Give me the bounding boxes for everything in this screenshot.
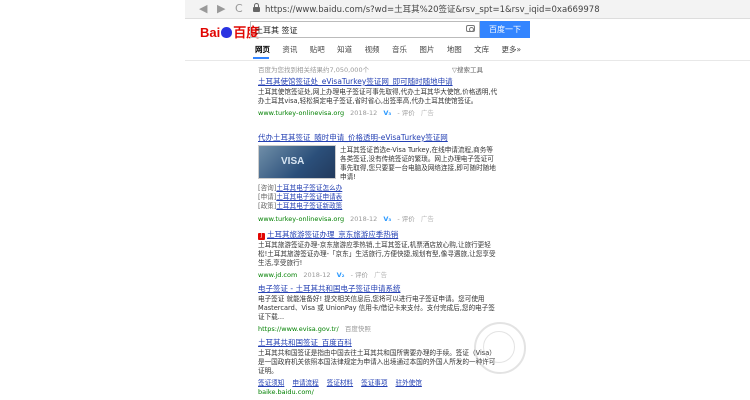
jd-icon: J xyxy=(258,233,265,240)
result-date: 2018-12 xyxy=(350,215,378,223)
result-title[interactable]: 土耳其共和国签证_百度百科 xyxy=(258,337,498,348)
result-count: 百度为您找到相关结果约7,050,000个 xyxy=(258,66,370,74)
search-result: J 土耳其旅游签证办理_京东旅游应季热销 土耳其旅游签证办理-京东旅游应季热销,土… xyxy=(258,229,498,279)
baike-links: 签证须知 申请流程 签证材料 签证事项 驻外使馆 xyxy=(258,377,498,387)
baike-link[interactable]: 签证须知 xyxy=(258,379,284,387)
search-button[interactable]: 百度一下 xyxy=(480,21,530,38)
paw-icon xyxy=(221,27,233,38)
tab-news[interactable]: 资讯 xyxy=(282,44,297,55)
active-tab-indicator xyxy=(253,57,269,59)
tab-map[interactable]: 地图 xyxy=(447,44,462,55)
ad-label: 广告 xyxy=(374,271,388,279)
camera-icon[interactable] xyxy=(466,25,475,32)
result-description: 土耳其旅游签证办理-京东旅游应季热销,土耳其签证,机票酒店放心购,让旅行更轻松!… xyxy=(258,241,496,267)
watermark-seal xyxy=(474,322,526,374)
verified-badge[interactable]: V₃ xyxy=(383,215,391,223)
search-result: 电子签证 - 土耳其共和国电子签证申请系统 电子签证 就能准备好! 提交相关信息… xyxy=(258,283,498,333)
sublink[interactable]: 土耳其电子签证新政策 xyxy=(276,202,342,210)
search-result: 代办土耳其签证_随时申请_价格透明-eVisaTurkey签证网 土耳其签证首选… xyxy=(258,132,498,223)
result-title[interactable]: 代办土耳其签证_随时申请_价格透明-eVisaTurkey签证网 xyxy=(258,132,498,143)
result-title[interactable]: 电子签证 - 土耳其共和国电子签证申请系统 xyxy=(258,283,498,294)
search-tools-button[interactable]: ▽搜索工具 xyxy=(452,64,483,74)
sublink-tag: [申请] xyxy=(258,193,277,201)
baike-link[interactable]: 签证材料 xyxy=(327,379,353,387)
search-result: 土耳其使馆签证处_eVisaTurkey签证网_即可随时随地申请 土耳其使馆签证… xyxy=(258,76,498,117)
browser-toolbar: ◀ ▶ C https://www.baidu.com/s?wd=土耳其%20签… xyxy=(185,0,750,19)
forward-icon[interactable]: ▶ xyxy=(217,2,225,15)
search-input[interactable]: 土耳其 签证 xyxy=(250,21,480,38)
result-title-text: 土耳其旅游签证办理_京东旅游应季热销 xyxy=(267,230,399,239)
result-meta: www.turkey-onlinevisa.org 2018-12 V₃ - 评… xyxy=(258,107,498,117)
result-sublinks: [咨询]土耳其电子签证怎么办 [申请]土耳其电子签证申请表 [政策]土耳其电子签… xyxy=(258,184,342,211)
tab-tieba[interactable]: 贴吧 xyxy=(310,44,325,55)
result-meta: baike.baidu.com/ xyxy=(258,388,498,396)
sublink-tag: [政策] xyxy=(258,202,277,210)
sublink[interactable]: 土耳其电子签证怎么办 xyxy=(276,184,342,192)
tab-music[interactable]: 音乐 xyxy=(392,44,407,55)
search-result: 土耳其共和国签证_百度百科 土耳其共和国签证是指由中国去往土耳其共和国所需要办理… xyxy=(258,337,498,396)
search-tabs: 网页 资讯 贴吧 知道 视频 音乐 图片 地图 文库 更多» xyxy=(255,44,531,55)
baike-link[interactable]: 签证事项 xyxy=(361,379,387,387)
ad-label: 广告 xyxy=(420,215,434,223)
result-title[interactable]: J 土耳其旅游签证办理_京东旅游应季热销 xyxy=(258,229,498,240)
ad-label: 广告 xyxy=(420,109,434,117)
result-rating[interactable]: - 评价 xyxy=(397,215,414,223)
header-divider xyxy=(185,60,750,61)
verified-badge[interactable]: V₃ xyxy=(383,109,391,117)
verified-badge[interactable]: V₂ xyxy=(337,271,345,279)
snapshot-link[interactable]: 百度快照 xyxy=(345,325,371,333)
result-description: 土耳其签证首选e-Visa Turkey,在线申请流程,商务等各类签证,没有传统… xyxy=(340,146,496,181)
tab-zhidao[interactable]: 知道 xyxy=(337,44,352,55)
tab-wenku[interactable]: 文库 xyxy=(474,44,489,55)
sublink[interactable]: 土耳其电子签证申请表 xyxy=(276,193,342,201)
result-title[interactable]: 土耳其使馆签证处_eVisaTurkey签证网_即可随时随地申请 xyxy=(258,76,498,87)
result-rating[interactable]: - 评价 xyxy=(351,271,368,279)
tab-web[interactable]: 网页 xyxy=(255,44,270,55)
result-url[interactable]: www.turkey-onlinevisa.org xyxy=(258,215,344,223)
result-description: 土耳其使馆签证处,网上办理电子签证可事先取得,代办土耳其华大使馆,价格透明,代办… xyxy=(258,88,498,105)
tab-video[interactable]: 视频 xyxy=(365,44,380,55)
result-description: 土耳其共和国签证是指由中国去往土耳其共和国所需要办理的手续。签证（Visa）是一… xyxy=(258,349,496,375)
result-description: 电子签证 就能准备好! 提交相关信息后,您将可以进行电子签证申请。您可使用Mas… xyxy=(258,295,495,321)
result-meta: www.jd.com 2018-12 V₂ - 评价 广告 xyxy=(258,269,498,279)
sublink-tag: [咨询] xyxy=(258,184,277,192)
browser-window: ◀ ▶ C https://www.baidu.com/s?wd=土耳其%20签… xyxy=(0,0,750,400)
visa-thumbnail[interactable] xyxy=(258,145,336,179)
baike-link[interactable]: 驻外使馆 xyxy=(396,379,422,387)
result-url[interactable]: www.turkey-onlinevisa.org xyxy=(258,109,344,117)
result-meta: www.turkey-onlinevisa.org 2018-12 V₃ - 评… xyxy=(258,213,434,223)
result-meta: https://www.evisa.gov.tr/ 百度快照 xyxy=(258,323,498,333)
tab-more[interactable]: 更多» xyxy=(502,44,522,55)
result-rating[interactable]: - 评价 xyxy=(397,109,414,117)
result-url[interactable]: www.jd.com xyxy=(258,271,297,279)
result-url[interactable]: baike.baidu.com/ xyxy=(258,388,314,396)
result-date: 2018-12 xyxy=(350,109,378,117)
logo-text-prefix: Bai xyxy=(200,25,221,40)
tab-images[interactable]: 图片 xyxy=(419,44,434,55)
result-date: 2018-12 xyxy=(303,271,331,279)
back-icon[interactable]: ◀ xyxy=(199,2,207,15)
reload-icon[interactable]: C xyxy=(235,2,243,15)
result-url[interactable]: https://www.evisa.gov.tr/ xyxy=(258,325,339,333)
lock-icon xyxy=(253,3,260,12)
baike-link[interactable]: 申请流程 xyxy=(292,379,318,387)
address-bar[interactable]: https://www.baidu.com/s?wd=土耳其%20签证&rsv_… xyxy=(265,3,600,15)
